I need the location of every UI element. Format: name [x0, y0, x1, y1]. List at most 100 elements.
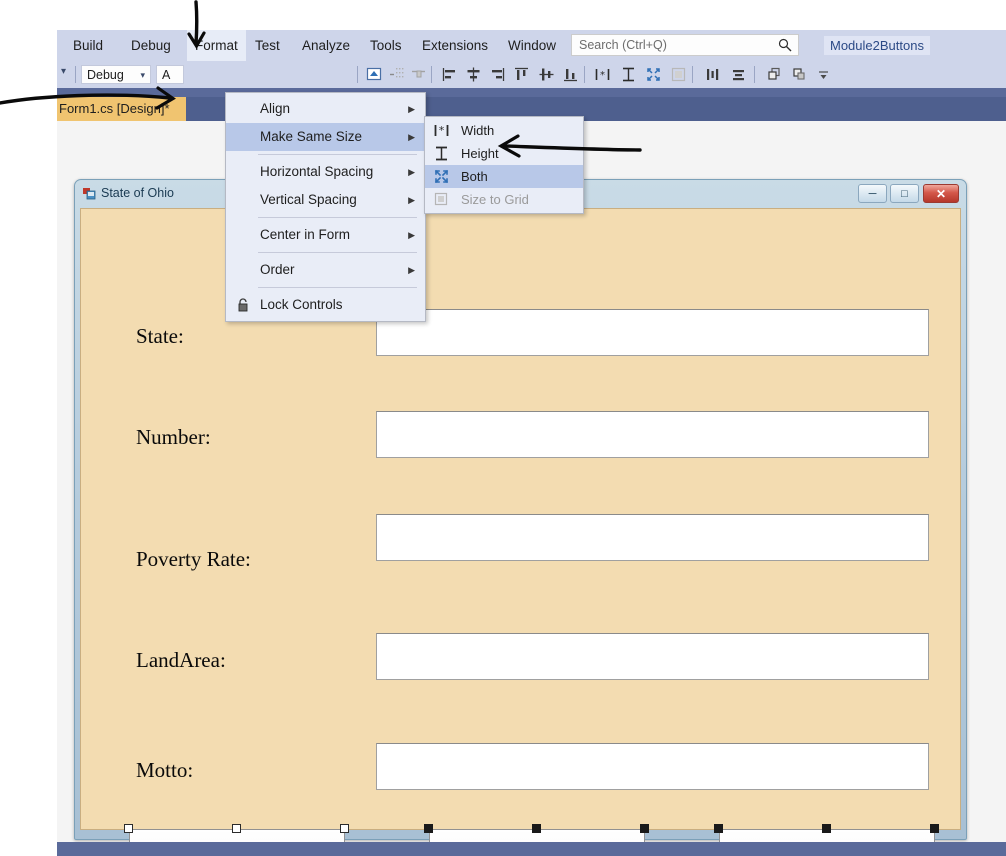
- chevron-right-icon: ▶: [408, 167, 415, 177]
- resize-handle-nw[interactable]: [124, 824, 133, 833]
- horizontal-spacing-icon[interactable]: [703, 65, 722, 84]
- menu-item-horizontal-spacing[interactable]: Horizontal Spacing ▶: [226, 158, 425, 186]
- size-to-grid-icon[interactable]: [669, 65, 688, 84]
- search-placeholder: Search (Ctrl+Q): [579, 38, 667, 52]
- resize-handle-nw[interactable]: [424, 824, 433, 833]
- menu-item-label: Lock Controls: [260, 297, 343, 312]
- align-bottoms-icon[interactable]: [561, 65, 580, 84]
- align-grid-vertical-icon[interactable]: [409, 65, 428, 84]
- menu-separator: [258, 217, 417, 218]
- snap-to-grid-icon[interactable]: [365, 65, 384, 84]
- menu-item-label: Debug: [131, 38, 171, 53]
- svg-text:*: *: [599, 70, 605, 81]
- menu-separator: [258, 287, 417, 288]
- format-dropdown-menu[interactable]: Align ▶ Make Same Size ▶ Horizontal Spac…: [225, 92, 426, 322]
- align-lefts-icon[interactable]: [440, 65, 459, 84]
- menu-item-extensions[interactable]: Extensions: [414, 30, 496, 61]
- menu-item-label: Window: [508, 38, 557, 53]
- send-to-back-icon[interactable]: [790, 65, 809, 84]
- resize-handle-n[interactable]: [532, 824, 541, 833]
- toolbar-caret-left[interactable]: ▾: [61, 66, 66, 77]
- chevron-right-icon: ▶: [408, 230, 415, 240]
- resize-handle-nw[interactable]: [714, 824, 723, 833]
- status-bar: [57, 842, 1006, 856]
- menu-item-window[interactable]: Window: [500, 30, 564, 61]
- menu-item-label: Align: [260, 101, 291, 116]
- textbox-poverty-rate[interactable]: [376, 514, 929, 561]
- make-same-size-icon[interactable]: [644, 65, 663, 84]
- resize-handle-n[interactable]: [822, 824, 831, 833]
- menu-item-analyze[interactable]: Analyze: [294, 30, 358, 61]
- visual-studio-window: Build Debug Format Test Analyze Tools Ex…: [57, 30, 1006, 856]
- menu-item-test[interactable]: Test: [247, 30, 288, 61]
- menu-item-label: Test: [255, 38, 280, 53]
- form-client-area[interactable]: State: Number: Poverty Rate: LandArea: M…: [80, 208, 961, 856]
- align-middles-icon[interactable]: [537, 65, 556, 84]
- textbox-state[interactable]: [376, 309, 929, 356]
- resize-handle-n[interactable]: [232, 824, 241, 833]
- textbox-land-area[interactable]: [376, 633, 929, 680]
- align-centers-icon[interactable]: [464, 65, 483, 84]
- submenu-item-width[interactable]: * Width: [425, 119, 583, 142]
- same-height-icon: [436, 146, 447, 161]
- label-motto: Motto:: [136, 758, 194, 782]
- search-icon: [778, 38, 792, 52]
- close-button[interactable]: ✕: [923, 184, 959, 203]
- search-input[interactable]: Search (Ctrl+Q): [571, 34, 799, 56]
- lock-icon: [238, 298, 248, 312]
- label-land-area: LandArea:: [136, 648, 226, 672]
- winform-title: State of Ohio: [101, 186, 174, 200]
- platform-combo[interactable]: A: [156, 65, 184, 84]
- label-state: State:: [136, 324, 184, 348]
- menu-item-align[interactable]: Align ▶: [226, 95, 425, 123]
- menu-item-center-in-form[interactable]: Center in Form ▶: [226, 221, 425, 249]
- menu-item-tools[interactable]: Tools: [362, 30, 410, 61]
- label-number: Number:: [136, 425, 211, 449]
- menu-item-make-same-size[interactable]: Make Same Size ▶: [226, 123, 425, 151]
- menu-item-label: Make Same Size: [260, 129, 363, 144]
- toolbar-overflow-icon[interactable]: [814, 65, 833, 84]
- menu-item-label: Center in Form: [260, 227, 351, 242]
- menu-bar: Build Debug Format Test Analyze Tools Ex…: [57, 30, 1006, 61]
- textbox-motto[interactable]: [376, 743, 929, 790]
- maximize-icon: □: [901, 187, 908, 200]
- tab-form1-design[interactable]: Form1.cs [Design]*: [57, 97, 186, 121]
- align-tops-icon[interactable]: [512, 65, 531, 84]
- resize-handle-ne[interactable]: [340, 824, 349, 833]
- menu-item-format[interactable]: Format: [187, 30, 246, 61]
- menu-separator: [258, 252, 417, 253]
- maximize-button[interactable]: □: [890, 184, 919, 203]
- vertical-spacing-icon[interactable]: [729, 65, 748, 84]
- resize-handle-ne[interactable]: [930, 824, 939, 833]
- chevron-right-icon: ▶: [408, 132, 415, 142]
- chevron-right-icon: ▶: [408, 195, 415, 205]
- tab-strip-background: [57, 88, 1006, 97]
- submenu-item-height[interactable]: Height: [425, 142, 583, 165]
- designer-surface[interactable]: State of Ohio ─ □ ✕ State: Number: Pover…: [57, 121, 1006, 856]
- make-same-height-icon[interactable]: [619, 65, 638, 84]
- winform-app-icon: [83, 188, 96, 200]
- minimize-icon: ─: [868, 187, 877, 200]
- menu-item-label: Build: [73, 38, 104, 53]
- make-same-size-submenu[interactable]: * Width Height Both Size to Grid: [424, 116, 584, 214]
- chevron-right-icon: ▶: [408, 104, 415, 114]
- align-rights-icon[interactable]: [488, 65, 507, 84]
- menu-item-vertical-spacing[interactable]: Vertical Spacing ▶: [226, 186, 425, 214]
- bring-to-front-icon[interactable]: [765, 65, 784, 84]
- menu-item-order[interactable]: Order ▶: [226, 256, 425, 284]
- same-both-icon: [434, 169, 449, 184]
- winform-window[interactable]: State of Ohio ─ □ ✕ State: Number: Pover…: [74, 179, 967, 856]
- make-same-width-icon[interactable]: *: [593, 65, 612, 84]
- menu-item-label: Vertical Spacing: [260, 192, 357, 207]
- menu-item-debug[interactable]: Debug: [123, 30, 179, 61]
- align-to-grid-icon[interactable]: [388, 65, 407, 84]
- menu-item-build[interactable]: Build: [65, 30, 111, 61]
- submenu-item-label: Both: [461, 169, 488, 184]
- textbox-number[interactable]: [376, 411, 929, 458]
- menu-item-lock-controls[interactable]: Lock Controls: [226, 291, 425, 319]
- minimize-button[interactable]: ─: [858, 184, 887, 203]
- label-poverty-rate: Poverty Rate:: [136, 547, 251, 571]
- resize-handle-ne[interactable]: [640, 824, 649, 833]
- configuration-combo[interactable]: Debug ▾: [81, 65, 151, 84]
- submenu-item-both[interactable]: Both: [425, 165, 583, 188]
